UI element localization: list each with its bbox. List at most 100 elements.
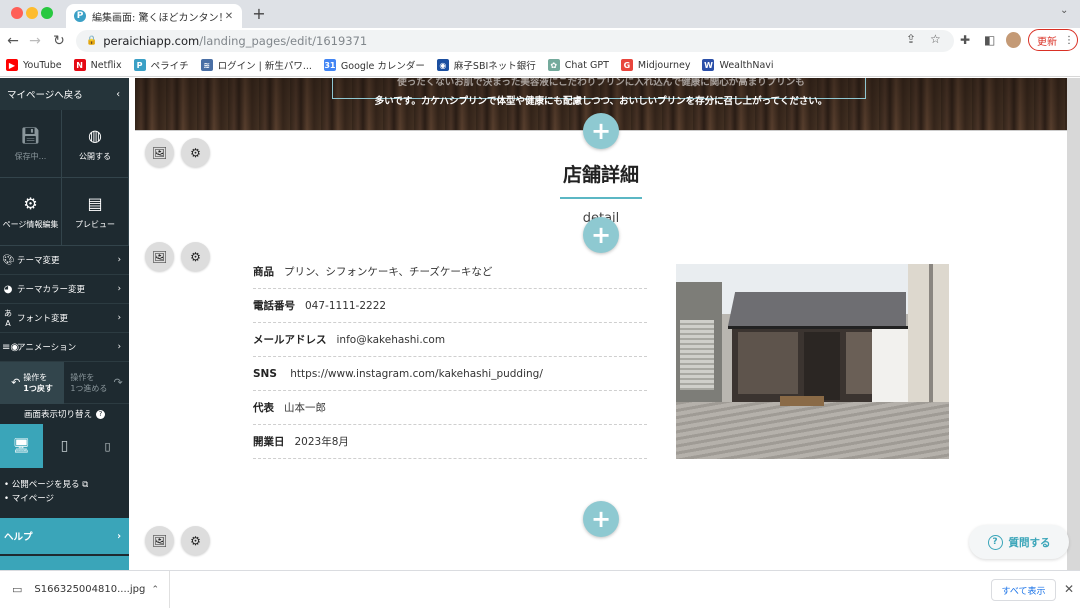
bookmark-favicon-icon: ≋ xyxy=(200,59,213,71)
plus-icon: + xyxy=(590,117,612,145)
bookmark-item[interactable]: W WealthNavi xyxy=(702,59,774,71)
color-palette-icon: ◕ xyxy=(3,283,13,295)
table-row[interactable]: 電話番号 047-1111-2222 xyxy=(253,289,647,323)
table-row[interactable]: SNS https://www.instagram.com/kakehashi_… xyxy=(253,357,647,391)
add-block-plus-button[interactable]: + xyxy=(583,501,619,537)
sidebar-item-animation[interactable]: ≡◉ アニメーション › xyxy=(0,333,129,362)
back-arrow-icon[interactable]: ← xyxy=(5,32,21,50)
ask-question-button[interactable]: ? 質問する xyxy=(969,525,1069,559)
row-value: 2023年8月 xyxy=(294,436,349,448)
sidebar-item-font[interactable]: あA フォント変更 › xyxy=(0,304,129,333)
table-row[interactable]: 開業日 2023年8月 xyxy=(253,425,647,459)
bookmark-item[interactable]: ▶ YouTube xyxy=(6,59,62,71)
file-icon: ▭ xyxy=(12,583,23,596)
photo-shutter xyxy=(680,320,714,390)
preview-button[interactable]: ▤ プレビュー xyxy=(62,178,129,246)
editor-canvas: 使ったくないお肌で決まった美容液にこだわりプリンに入れ込んで健康に関心が高まりプ… xyxy=(129,78,1080,570)
mobile-view-button[interactable]: ▯ xyxy=(86,424,129,468)
help-label: ヘルプ xyxy=(4,532,33,543)
publish-button[interactable]: ◍ 公開する xyxy=(62,110,129,178)
help-question-icon[interactable]: ? xyxy=(96,409,105,419)
address-bar[interactable]: 🔒 peraichiapp.com/landing_pages/edit/161… xyxy=(76,30,954,52)
add-block-plus-button[interactable]: + xyxy=(583,217,619,253)
browser-tab-active[interactable]: P 編集画面: 驚くほどカンタン！無料 ✕ xyxy=(66,4,242,28)
bookmark-item[interactable]: G Midjourney xyxy=(620,59,690,71)
add-block-plus-button[interactable]: + xyxy=(583,113,619,149)
bookmark-item[interactable]: N Netflix xyxy=(73,59,122,71)
table-row[interactable]: メールアドレス info@kakehashi.com xyxy=(253,323,647,357)
background-image-button[interactable]: 🖼︎ xyxy=(145,138,174,167)
back-to-mypage-button[interactable]: マイページへ戻る ‹ xyxy=(0,78,129,110)
window-close-button[interactable] xyxy=(11,7,23,19)
save-label: 保存中... xyxy=(14,151,47,161)
gear-icon: ⚙ xyxy=(23,193,38,213)
tab-close-icon[interactable]: ✕ xyxy=(222,11,236,22)
redo-button[interactable]: 操作を 1つ進める ↷ xyxy=(64,362,129,404)
table-row[interactable]: 代表 山本一郎 xyxy=(253,391,647,425)
display-switch-label: 画面表示切り替え xyxy=(23,410,92,420)
save-button[interactable]: 💾︎ 保存中... xyxy=(0,110,62,178)
section-title[interactable]: 店舗詳細 xyxy=(499,160,703,187)
forward-arrow-icon[interactable]: → xyxy=(27,32,43,50)
desktop-view-button[interactable]: 🖥︎ xyxy=(0,424,43,468)
background-image-button[interactable]: 🖼︎ xyxy=(145,526,174,555)
show-all-downloads-button[interactable]: すべて表示 xyxy=(991,579,1056,601)
bookmark-label: Google カレンダー xyxy=(340,61,425,72)
window-minimize-button[interactable] xyxy=(26,7,38,19)
row-key: 商品 xyxy=(253,266,274,278)
mobile-phone-icon: ▯ xyxy=(104,439,111,453)
hero-text[interactable]: 使ったくないお肌で決まった美容液にこだわりプリンに入れ込んで健康に関心が高まりプ… xyxy=(335,78,867,111)
side-panel-icon[interactable]: ◧ xyxy=(984,33,995,47)
bookmark-item[interactable]: ✿ Chat GPT xyxy=(547,59,609,71)
block-settings-button[interactable]: ⚙ xyxy=(181,242,210,271)
sidebar-item-theme[interactable]: 🎨︎ テーマ変更 › xyxy=(0,246,129,275)
canvas-scrollbar[interactable] xyxy=(1067,78,1080,570)
back-to-mypage-label: マイページへ戻る xyxy=(7,90,83,101)
close-download-bar-icon[interactable]: ✕ xyxy=(1064,582,1074,596)
bookmark-favicon-icon: ▶ xyxy=(6,59,18,71)
section-title-underline xyxy=(560,197,642,199)
mypage-link[interactable]: • マイページ xyxy=(4,492,129,506)
undo-label-1: 操作を xyxy=(23,372,48,382)
chevron-up-icon[interactable]: ⌃ xyxy=(151,585,159,595)
bookmark-item[interactable]: ≋ ログイン | 新生パワ... xyxy=(200,58,312,72)
bookmark-favicon-icon: W xyxy=(702,59,715,71)
row-value: 047-1111-2222 xyxy=(305,299,387,312)
bookmark-favicon-icon: ✿ xyxy=(547,59,560,71)
sidebar-item-label: テーマカラー変更 xyxy=(17,285,86,295)
shop-storefront-photo[interactable] xyxy=(676,264,949,459)
block-settings-button[interactable]: ⚙ xyxy=(181,526,210,555)
bookmark-item[interactable]: P ペライチ xyxy=(133,58,189,72)
bookmark-label: YouTube xyxy=(23,59,62,71)
undo-button[interactable]: ↶ 操作を 1つ戻す xyxy=(0,361,64,404)
redo-label-1: 操作を xyxy=(70,372,95,382)
tab-title: 編集画面: 驚くほどカンタン！無料 xyxy=(92,12,222,24)
bookmark-star-icon[interactable]: ☆ xyxy=(930,32,941,46)
publish-label: 公開する xyxy=(79,151,111,161)
background-image-button[interactable]: 🖼︎ xyxy=(145,242,174,271)
extensions-puzzle-icon[interactable]: ✚ xyxy=(960,33,970,47)
bookmark-label: ログイン | 新生パワ... xyxy=(217,61,312,72)
chrome-update-button[interactable]: 更新 ⋮ xyxy=(1028,29,1078,51)
help-menu-button[interactable]: ヘルプ › xyxy=(0,518,129,554)
block-settings-button[interactable]: ⚙ xyxy=(181,138,210,167)
photo-utility-pole xyxy=(929,264,933,414)
table-row[interactable]: 商品 プリン、シフォンケーキ、チーズケーキなど xyxy=(253,255,647,289)
view-public-page-link[interactable]: • 公開ページを見る ⧉ xyxy=(4,478,129,492)
window-zoom-button[interactable] xyxy=(41,7,53,19)
new-tab-button[interactable]: + xyxy=(250,4,268,23)
download-item[interactable]: ▭ S166325004810....jpg ⌃ xyxy=(0,570,170,608)
reload-icon[interactable]: ↻ xyxy=(51,32,67,50)
gear-icon: ⚙ xyxy=(190,145,201,160)
sidebar-item-theme-color[interactable]: ◕ テーマカラー変更 › xyxy=(0,275,129,304)
share-icon[interactable]: ⇪ xyxy=(906,32,916,46)
tablet-icon: ▯ xyxy=(60,438,69,454)
bookmark-item[interactable]: 31 Google カレンダー xyxy=(323,58,425,72)
sidebar-footer-item[interactable] xyxy=(0,556,129,570)
bookmark-item[interactable]: ◉ 麻子SBIネット銀行 xyxy=(436,58,536,72)
tab-search-icon[interactable]: ⌄ xyxy=(1060,5,1068,16)
page-info-edit-button[interactable]: ⚙ ページ情報編集 xyxy=(0,178,62,246)
bookmark-label: 麻子SBIネット銀行 xyxy=(453,61,536,72)
tablet-view-button[interactable]: ▯ xyxy=(43,424,86,468)
profile-avatar[interactable] xyxy=(1006,32,1021,48)
